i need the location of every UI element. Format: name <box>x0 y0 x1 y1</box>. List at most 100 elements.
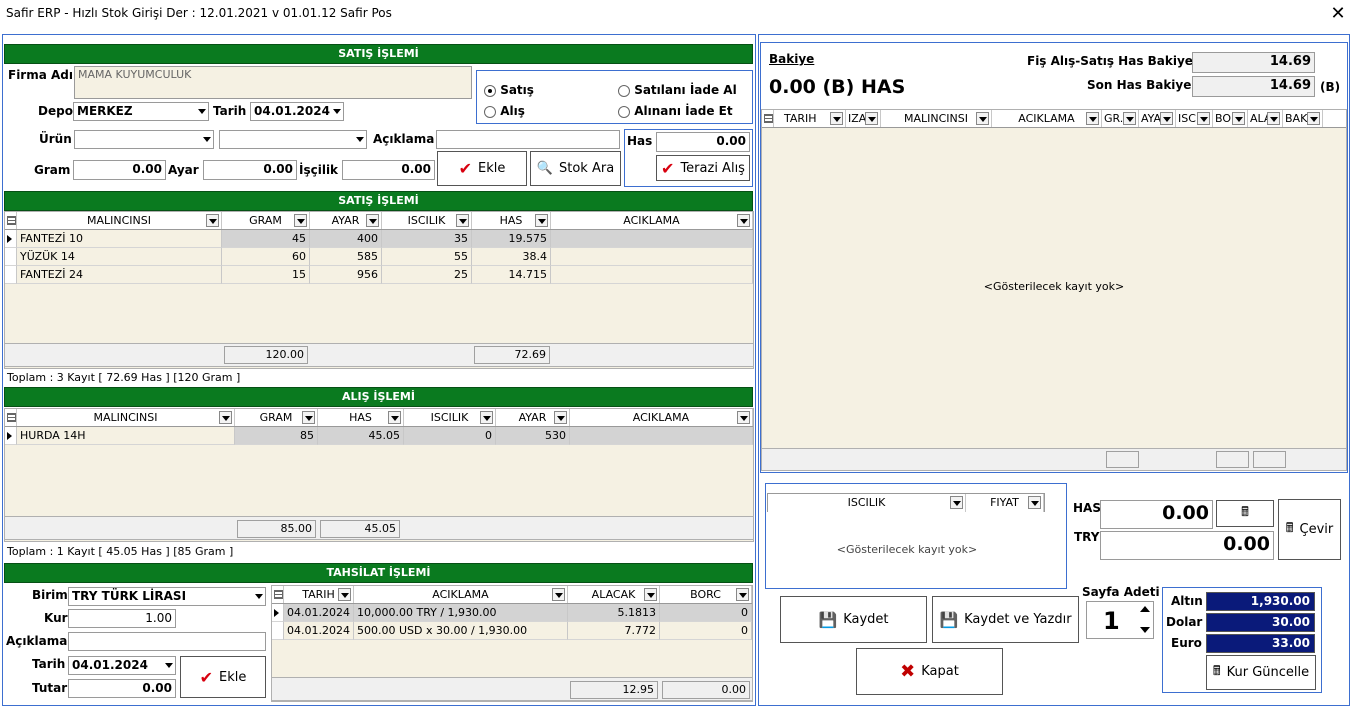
sales-sum-gram: 120.00 <box>224 346 308 364</box>
radio-satilani[interactable]: Satılanı İade Al <box>618 83 737 97</box>
terazi-alis-button[interactable]: ✔ Terazi Alış <box>656 155 750 181</box>
col-iza[interactable]: IZA <box>846 110 881 127</box>
aciklama-label: Açıklama <box>373 132 435 146</box>
kur-field[interactable]: 1.00 <box>68 609 176 628</box>
col-ayar[interactable]: AYAR <box>496 409 570 426</box>
col-aciklama[interactable]: ACIKLAMA <box>992 110 1102 127</box>
table-row[interactable]: FANTEZİ 24 15 956 25 14.715 <box>5 266 753 284</box>
col-aya[interactable]: AYA <box>1139 110 1176 127</box>
chevron-down-icon <box>255 593 263 599</box>
col-borc[interactable]: BORC <box>660 586 752 603</box>
col-aciklama[interactable]: ACIKLAMA <box>551 212 753 229</box>
cell: 45.05 <box>318 427 404 445</box>
col-tarih[interactable]: TARIH <box>774 110 846 127</box>
table-row[interactable]: 04.01.2024 500.00 USD x 30.00 / 1,930.00… <box>272 622 752 640</box>
col-has[interactable]: HAS <box>318 409 404 426</box>
gram-label: Gram <box>34 163 71 177</box>
col-label: AYAR <box>518 411 547 424</box>
dolar-value[interactable]: 30.00 <box>1206 613 1315 632</box>
euro-value[interactable]: 33.00 <box>1206 634 1315 653</box>
kur-guncelle-button[interactable]: 🖩 Kur Güncelle <box>1206 655 1316 690</box>
col-tarih[interactable]: TARIH <box>284 586 354 603</box>
col-ayar[interactable]: AYAR <box>310 212 382 229</box>
cevir-button[interactable]: 🖩 Çevir <box>1278 499 1341 560</box>
collection-tarih-label: Tarih <box>32 657 66 671</box>
cell: FANTEZİ 10 <box>17 230 222 248</box>
table-row[interactable]: HURDA 14H 85 45.05 0 530 <box>5 427 753 445</box>
radio-alis[interactable]: Alış <box>484 104 525 118</box>
euro-label: Euro <box>1171 636 1202 650</box>
col-bak[interactable]: BAK <box>1283 110 1323 127</box>
chevron-down-icon <box>198 108 206 114</box>
purchase-sum-has: 45.05 <box>320 520 400 538</box>
kaydet-button[interactable]: 💾 Kaydet <box>780 596 927 643</box>
collection-aciklama-field[interactable] <box>68 632 266 651</box>
sales-sum-has: 72.69 <box>474 346 550 364</box>
history-sum-1 <box>1106 451 1139 468</box>
firma-field[interactable]: MAMA KUYUMCULUK <box>74 66 472 99</box>
col-label: TARIH <box>302 588 335 601</box>
radio-alinani[interactable]: Alınanı İade Et <box>618 104 733 118</box>
radio-satis-label: Satış <box>500 83 534 97</box>
col-iscilik[interactable]: ISCILIK <box>382 212 472 229</box>
col-malincinsi[interactable]: MALINCINSI <box>17 409 235 426</box>
tutar-field[interactable]: 0.00 <box>68 679 176 698</box>
stok-ara-button[interactable]: 🔍 Stok Ara <box>530 151 621 186</box>
col-bo[interactable]: BO <box>1213 110 1248 127</box>
col-aciklama[interactable]: ACIKLAMA <box>354 586 568 603</box>
grid-menu-icon[interactable] <box>272 586 284 603</box>
gram-field[interactable]: 0.00 <box>73 160 166 180</box>
col-malincinsi[interactable]: MALINCINSI <box>881 110 992 127</box>
col-ala[interactable]: ALA <box>1248 110 1283 127</box>
grid-menu-icon[interactable] <box>762 110 774 127</box>
conv-has-field[interactable]: 0.00 <box>1100 500 1213 529</box>
col-label: BORC <box>690 588 721 601</box>
urun-sub-combo[interactable] <box>219 130 367 149</box>
urun-combo[interactable] <box>74 130 214 149</box>
col-has[interactable]: HAS <box>472 212 551 229</box>
birim-combo[interactable]: TRY TÜRK LİRASI <box>68 587 266 606</box>
table-row[interactable]: 04.01.2024 10,000.00 TRY / 1,930.00 5.18… <box>272 604 752 622</box>
grid-menu-icon[interactable] <box>5 212 17 229</box>
col-gram[interactable]: GRAM <box>235 409 318 426</box>
spinner-down-icon[interactable] <box>1140 627 1150 633</box>
col-iscilik[interactable]: ISCILIK <box>768 494 966 512</box>
checkmark-icon: ✔ <box>661 158 675 178</box>
son-bakiye-suffix: (B) <box>1320 80 1341 94</box>
conv-try-field[interactable]: 0.00 <box>1100 531 1274 560</box>
spinner-up-icon[interactable] <box>1140 606 1150 612</box>
depo-combo[interactable]: MERKEZ <box>73 102 209 121</box>
table-row[interactable]: FANTEZİ 10 45 400 35 19.575 <box>5 230 753 248</box>
table-row[interactable]: YÜZÜK 14 60 585 55 38.4 <box>5 248 753 266</box>
tarih-combo[interactable]: 04.01.2024 <box>250 102 344 121</box>
col-alacak[interactable]: ALACAK <box>568 586 660 603</box>
ayar-field[interactable]: 0.00 <box>203 160 297 180</box>
close-icon[interactable]: ✕ <box>1326 2 1350 26</box>
calculator-button[interactable]: 🖩 <box>1216 500 1274 527</box>
altin-value[interactable]: 1,930.00 <box>1206 592 1315 611</box>
radio-alinani-dot <box>618 105 630 118</box>
radio-satis[interactable]: Satış <box>484 83 534 97</box>
kapat-button[interactable]: ✖ Kapat <box>856 648 1003 695</box>
ekle-button[interactable]: ✔ Ekle <box>437 151 527 186</box>
cell: 0 <box>404 427 496 445</box>
ekle-label: Ekle <box>478 161 506 176</box>
terazi-label: Terazi Alış <box>680 160 745 176</box>
aciklama-field[interactable] <box>436 130 620 149</box>
col-gram[interactable]: GRAM <box>222 212 310 229</box>
collection-tarih-combo[interactable]: 04.01.2024 <box>68 656 176 675</box>
col-gr[interactable]: GR. <box>1102 110 1139 127</box>
kaydet-yazdir-button[interactable]: 💾 Kaydet ve Yazdır <box>932 596 1079 643</box>
has-field[interactable]: 0.00 <box>656 132 750 152</box>
col-label: ACIKLAMA <box>632 411 690 424</box>
grid-menu-icon[interactable] <box>5 409 17 426</box>
col-aciklama[interactable]: ACIKLAMA <box>570 409 753 426</box>
collection-ekle-button[interactable]: ✔ Ekle <box>180 656 266 698</box>
col-malincinsi[interactable]: MALINCINSI <box>17 212 222 229</box>
sayfa-spinner[interactable]: 1 <box>1086 601 1154 639</box>
son-bakiye-label: Son Has Bakiye <box>1087 78 1192 92</box>
iscilik-field[interactable]: 0.00 <box>342 160 435 180</box>
col-fiyat[interactable]: FIYAT <box>966 494 1044 512</box>
col-iscilik[interactable]: ISCILIK <box>404 409 496 426</box>
col-isc[interactable]: ISC <box>1176 110 1213 127</box>
